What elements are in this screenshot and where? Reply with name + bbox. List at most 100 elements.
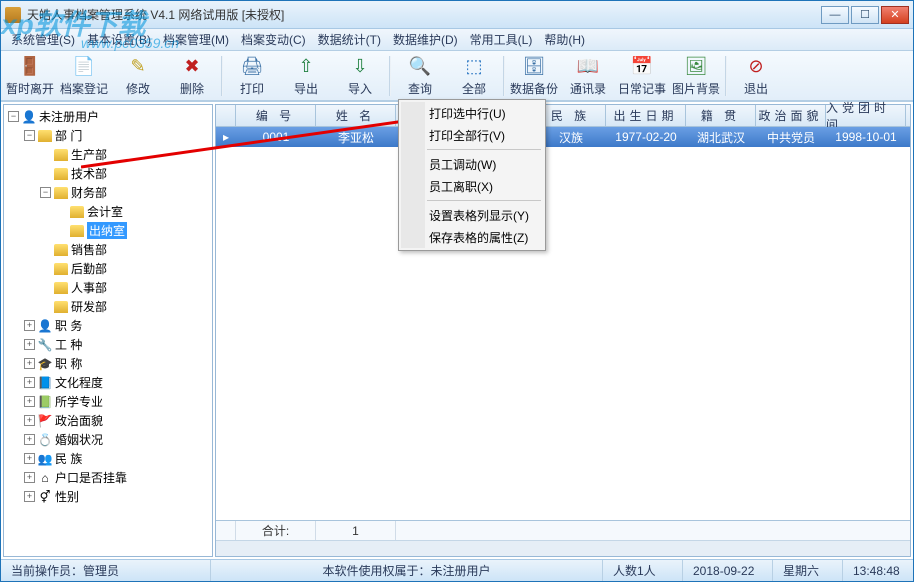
status-time: 13:48:48 [843,560,913,581]
menu-2[interactable]: 档案管理(M) [157,29,235,50]
col-籍 贯[interactable]: 籍 贯 [686,105,756,126]
tree-职 务[interactable]: +👤职 务 [24,316,210,335]
导出-icon: ⇧ [294,55,318,79]
ctx-设置表格列显示(Y)[interactable]: 设置表格列显示(Y) [401,204,543,226]
menu-4[interactable]: 数据统计(T) [312,29,387,50]
status-weekday: 星期六 [773,560,843,581]
close-button[interactable]: ✕ [881,6,909,24]
全部-icon: ⬚ [462,55,486,79]
expand-icon[interactable]: + [24,472,35,483]
数据备份-icon: 🗄 [522,55,546,79]
toolbar-打印[interactable]: 🖨打印 [225,53,279,99]
tree-技术部[interactable]: 技术部 [40,164,210,183]
expand-icon[interactable]: + [24,358,35,369]
expand-icon[interactable]: + [24,377,35,388]
expand-icon[interactable]: + [24,434,35,445]
tree-工 种[interactable]: +🔧工 种 [24,335,210,354]
toolbar-日常记事[interactable]: 📅日常记事 [615,53,669,99]
ctx-打印选中行(U)[interactable]: 打印选中行(U) [401,102,543,124]
folder-icon [70,206,84,218]
sidebar-tree[interactable]: −👤未注册用户−部 门生产部技术部−财务部会计室出纳室销售部后勤部人事部研发部+… [3,104,213,557]
toolbar-label: 导出 [294,80,318,97]
folder-icon [54,149,68,161]
col-出生日期[interactable]: 出生日期 [606,105,686,126]
toolbar-导入[interactable]: ⇩导入 [333,53,387,99]
col-民 族[interactable]: 民 族 [536,105,606,126]
menu-1[interactable]: 基本设置(B) [81,29,157,50]
menu-0[interactable]: 系统管理(S) [5,29,81,50]
ctx-员工离职(X)[interactable]: 员工离职(X) [401,175,543,197]
maximize-button[interactable]: ☐ [851,6,879,24]
tree-政治面貌[interactable]: +🚩政治面貌 [24,411,210,430]
修改-icon: ✎ [126,55,150,79]
tree-职 称[interactable]: +🎓职 称 [24,354,210,373]
menu-3[interactable]: 档案变动(C) [235,29,312,50]
tree-生产部[interactable]: 生产部 [40,145,210,164]
tree-会计室[interactable]: 会计室 [56,202,210,221]
toolbar-退出[interactable]: ⊘退出 [729,53,783,99]
tree-人事部[interactable]: 人事部 [40,278,210,297]
tree-出纳室[interactable]: 出纳室 [56,221,210,240]
menu-5[interactable]: 数据维护(D) [387,29,464,50]
menu-separator [427,200,541,201]
status-count: 人数1人 [603,560,683,581]
cell: 1977-02-20 [606,127,686,147]
toolbar-删除[interactable]: ✖删除 [165,53,219,99]
expand-icon[interactable]: + [24,396,35,407]
folder-icon [54,168,68,180]
table-row[interactable]: ▸ 0001李亚松李亚苓女汉族1977-02-20湖北武汉中共党员1998-10… [216,127,910,147]
menu-6[interactable]: 常用工具(L) [464,29,539,50]
ctx-保存表格的属性(Z)[interactable]: 保存表格的属性(Z) [401,226,543,248]
expand-icon[interactable]: + [24,415,35,426]
col-编 号[interactable]: 编 号 [236,105,316,126]
collapse-icon[interactable]: − [8,111,19,122]
cell: 1998-10-01 [826,127,906,147]
toolbar-图片背景[interactable]: 🖼图片背景 [669,53,723,99]
toolbar-数据备份[interactable]: 🗄数据备份 [507,53,561,99]
toolbar-label: 查询 [408,80,432,97]
toolbar-档案登记[interactable]: 📄档案登记 [57,53,111,99]
grid-footer: 合计: 1 [216,520,910,540]
toolbar-修改[interactable]: ✎修改 [111,53,165,99]
toolbar-导出[interactable]: ⇧导出 [279,53,333,99]
col-政治面貌[interactable]: 政治面貌 [756,105,826,126]
ctx-员工调动(W)[interactable]: 员工调动(W) [401,153,543,175]
grid-body[interactable]: ▸ 0001李亚松李亚苓女汉族1977-02-20湖北武汉中共党员1998-10… [216,127,910,520]
expand-icon[interactable]: + [24,453,35,464]
tree-婚姻状况[interactable]: +💍婚姻状况 [24,430,210,449]
window-buttons: — ☐ ✕ [821,6,909,24]
collapse-icon[interactable]: − [24,130,35,141]
horizontal-scrollbar[interactable] [216,540,910,556]
folder-icon [54,263,68,275]
tree-性别[interactable]: +⚥性别 [24,487,210,506]
toolbar: 🚪暂时离开📄档案登记✎修改✖删除🖨打印⇧导出⇩导入🔍查询⬚全部🗄数据备份📖通讯录… [1,51,913,101]
tree-dept[interactable]: −部 门 [24,126,210,145]
cell: 李亚松 [316,127,396,147]
minimize-button[interactable]: — [821,6,849,24]
tree-户口是否挂靠[interactable]: +⌂户口是否挂靠 [24,468,210,487]
toolbar-暂时离开[interactable]: 🚪暂时离开 [3,53,57,99]
expand-icon[interactable]: + [24,320,35,331]
tree-后勤部[interactable]: 后勤部 [40,259,210,278]
tree-研发部[interactable]: 研发部 [40,297,210,316]
col-入党团时间[interactable]: 入党团时间 [826,105,906,126]
tree-民 族[interactable]: +👥民 族 [24,449,210,468]
main-panel: 编 号姓 名曾 用 名性 别民 族出生日期籍 贯政治面貌入党团时间 ▸ 0001… [215,104,911,557]
toolbar-查询[interactable]: 🔍查询 [393,53,447,99]
toolbar-全部[interactable]: ⬚全部 [447,53,501,99]
folder-icon [54,301,68,313]
tree-财务部[interactable]: −财务部 [40,183,210,202]
col-姓 名[interactable]: 姓 名 [316,105,396,126]
collapse-icon[interactable]: − [40,187,51,198]
ctx-打印全部行(V)[interactable]: 打印全部行(V) [401,124,543,146]
tree-文化程度[interactable]: +📘文化程度 [24,373,210,392]
titlebar: 天皓人事档案管理系统 V4.1 网络试用版 [未授权] — ☐ ✕ [1,1,913,29]
cell: 湖北武汉 [686,127,756,147]
tree-销售部[interactable]: 销售部 [40,240,210,259]
tree-root[interactable]: −👤未注册用户 [8,107,210,126]
expand-icon[interactable]: + [24,339,35,350]
tree-所学专业[interactable]: +📗所学专业 [24,392,210,411]
expand-icon[interactable]: + [24,491,35,502]
toolbar-通讯录[interactable]: 📖通讯录 [561,53,615,99]
menu-7[interactable]: 帮助(H) [538,29,591,50]
